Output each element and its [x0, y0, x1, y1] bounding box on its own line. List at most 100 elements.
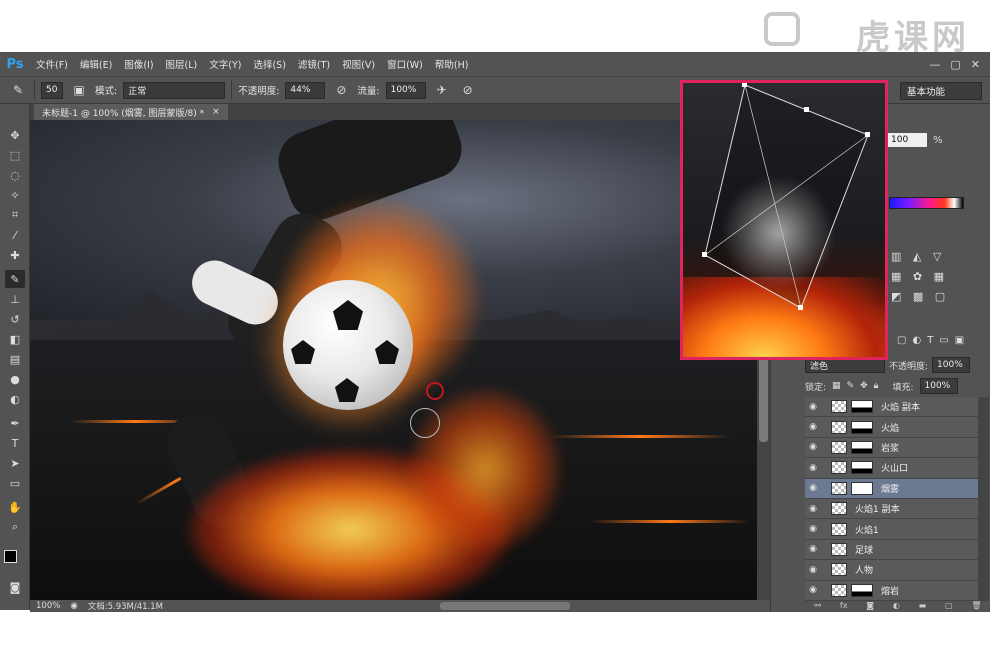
layer-mask-thumbnail[interactable] — [851, 420, 873, 434]
menu-view[interactable]: 视图(V) — [336, 57, 381, 71]
color-spectrum[interactable] — [889, 197, 964, 209]
pen-tool-icon[interactable]: ✒ — [5, 414, 25, 432]
layer-opacity-input[interactable]: 100% — [932, 357, 971, 373]
menu-help[interactable]: 帮助(H) — [429, 57, 475, 71]
layer-row[interactable]: ◉ 火焰 副本 — [805, 397, 978, 418]
blur-tool-icon[interactable]: ● — [5, 370, 25, 388]
move-tool-icon[interactable]: ✥ — [5, 126, 25, 144]
brush-tool-icon[interactable]: ✎ — [5, 270, 25, 288]
lock-transparency-icon[interactable]: ▦ — [832, 381, 841, 391]
flow-input[interactable]: 100% — [385, 81, 426, 99]
layer-row[interactable]: ◉ 熔岩 — [805, 580, 978, 601]
hand-tool-icon[interactable]: ✋ — [5, 498, 25, 516]
layer-mask-thumbnail[interactable] — [851, 440, 873, 454]
layer-row[interactable]: ◉ 足球 — [805, 539, 978, 561]
filter-smart-icon[interactable]: ▣ — [955, 335, 964, 346]
lock-all-icon[interactable]: 🔒︎ — [874, 381, 879, 391]
menu-file[interactable]: 文件(F) — [30, 57, 74, 71]
lasso-tool-icon[interactable]: ◌ — [5, 166, 25, 184]
layer-row[interactable]: ◉ 火山口 — [805, 458, 978, 479]
layer-thumbnail — [831, 583, 847, 597]
layer-mask-thumbnail[interactable] — [851, 481, 873, 495]
eye-icon[interactable]: ◉ — [805, 585, 821, 595]
lock-position-icon[interactable]: ✥ — [860, 381, 868, 391]
lock-pixels-icon[interactable]: ✎ — [847, 381, 855, 391]
eye-icon[interactable]: ◉ — [805, 483, 821, 493]
shape-tool-icon[interactable]: ▭ — [5, 474, 25, 492]
close-tab-icon[interactable]: × — [212, 107, 220, 117]
layer-mask-thumbnail[interactable] — [851, 583, 873, 597]
quick-select-tool-icon[interactable]: ✧ — [5, 186, 25, 204]
color-value-input[interactable]: 100 — [887, 133, 927, 147]
path-select-tool-icon[interactable]: ➤ — [5, 454, 25, 472]
eye-icon[interactable]: ◉ — [805, 544, 821, 554]
brush-panel-icon[interactable]: ▣ — [69, 80, 89, 100]
layer-row[interactable]: ◉ 岩浆 — [805, 437, 978, 459]
layers-scrollbar[interactable] — [978, 397, 989, 601]
menu-image[interactable]: 图像(I) — [118, 57, 159, 71]
link-layers-icon[interactable]: ⚯ — [814, 601, 821, 612]
ball-patch — [333, 300, 363, 330]
zoom-tool-icon[interactable]: ⌕ — [5, 518, 25, 536]
dodge-tool-icon[interactable]: ◐ — [5, 390, 25, 408]
filter-type-icon[interactable]: T — [927, 335, 933, 346]
eye-icon[interactable]: ◉ — [805, 524, 821, 534]
fill-input[interactable]: 100% — [919, 378, 958, 394]
brush-size-picker[interactable]: 50 — [41, 81, 63, 99]
maximize-icon[interactable]: ▢ — [950, 58, 960, 71]
new-group-icon[interactable]: ▬ — [919, 601, 927, 612]
gradient-tool-icon[interactable]: ▤ — [5, 350, 25, 368]
marquee-tool-icon[interactable]: ⬚ — [5, 146, 25, 164]
history-brush-icon[interactable]: ↺ — [5, 310, 25, 328]
eyedropper-tool-icon[interactable]: ⁄ — [5, 226, 25, 244]
airbrush-icon[interactable]: ✈ — [432, 80, 452, 100]
menu-layer[interactable]: 图层(L) — [160, 57, 204, 71]
filter-shape-icon[interactable]: ▭ — [939, 335, 948, 346]
adjustment-layer-icon[interactable]: ◐ — [893, 601, 900, 612]
type-tool-icon[interactable]: T — [5, 434, 25, 452]
menu-select[interactable]: 选择(S) — [247, 57, 291, 71]
eye-icon[interactable]: ◉ — [805, 422, 821, 432]
adjustments-icons[interactable]: ▥ ◭ ▽ ▦ ✿ ▦ ◩ ▩ ▢ — [891, 247, 981, 307]
minimize-icon[interactable]: — — [929, 58, 940, 71]
layer-mask-thumbnail[interactable] — [851, 461, 873, 475]
eye-icon[interactable]: ◉ — [805, 463, 821, 473]
eye-icon[interactable]: ◉ — [805, 442, 821, 452]
filter-adjust-icon[interactable]: ◐ — [912, 335, 921, 346]
healing-tool-icon[interactable]: ✚ — [5, 246, 25, 264]
document-tab[interactable]: 未标题-1 @ 100% (烟雾, 图层蒙版/8) * × — [34, 104, 228, 120]
menu-window[interactable]: 窗口(W) — [381, 57, 429, 71]
new-layer-icon[interactable]: ▢ — [945, 601, 953, 612]
menu-filter[interactable]: 滤镜(T) — [292, 57, 336, 71]
eye-icon[interactable]: ◉ — [805, 504, 821, 514]
pressure-size-icon[interactable]: ⊘ — [458, 80, 478, 100]
layer-row[interactable]: ◉ 火焰 — [805, 417, 978, 438]
layer-style-icon[interactable]: fx — [840, 601, 848, 612]
canvas-horizontal-scrollbar[interactable] — [440, 602, 570, 610]
mode-select[interactable]: 正常 — [123, 81, 226, 99]
layer-row[interactable]: ◉ 火焰1 — [805, 519, 978, 540]
stamp-tool-icon[interactable]: ⊥ — [5, 290, 25, 308]
eye-icon[interactable]: ◉ — [805, 565, 821, 575]
pressure-opacity-icon[interactable]: ⊘ — [331, 80, 351, 100]
opacity-input[interactable]: 44% — [285, 81, 326, 99]
quick-mask-icon[interactable]: ◙ — [5, 578, 25, 596]
close-icon[interactable]: ✕ — [971, 58, 980, 71]
foreground-color-swatch[interactable] — [4, 550, 17, 563]
crop-tool-icon[interactable]: ⌗ — [5, 206, 25, 224]
layer-row[interactable]: ◉ 火焰1 副本 — [805, 498, 978, 520]
eye-icon[interactable]: ◉ — [805, 402, 821, 412]
layer-mask-thumbnail[interactable] — [851, 400, 873, 414]
workspace-select[interactable]: 基本功能 — [900, 82, 982, 100]
add-mask-icon[interactable]: ◙ — [866, 601, 874, 612]
filter-pixel-icon[interactable]: ▢ — [897, 335, 906, 346]
brush-tool-preset-icon[interactable]: ✎ — [8, 80, 28, 100]
canvas[interactable] — [30, 120, 757, 600]
delete-layer-icon[interactable]: 🗑︎ — [971, 601, 981, 612]
layer-row[interactable]: ◉ 烟雾 — [805, 478, 978, 499]
menu-edit[interactable]: 编辑(E) — [74, 57, 118, 71]
menu-type[interactable]: 文字(Y) — [203, 57, 247, 71]
layer-row[interactable]: ◉ 人物 — [805, 560, 978, 581]
zoom-level[interactable]: 100% — [36, 601, 60, 611]
eraser-tool-icon[interactable]: ◧ — [5, 330, 25, 348]
